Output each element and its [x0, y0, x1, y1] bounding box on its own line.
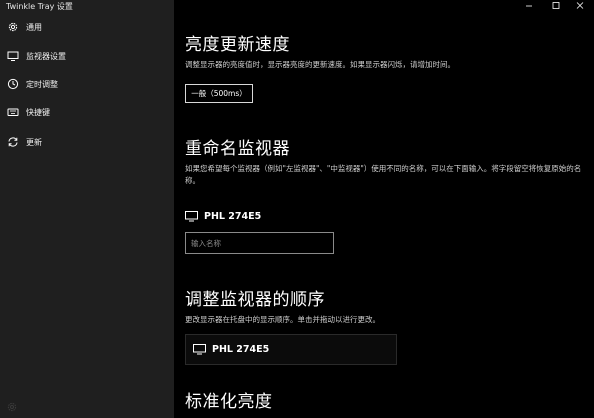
section-title-normalize: 标准化亮度	[185, 392, 273, 412]
monitor-icon	[193, 340, 206, 359]
monitor-order-item[interactable]: PHL 274E5	[185, 334, 397, 365]
sidebar-item-time-adjust[interactable]: 定时调整	[0, 71, 174, 97]
sidebar-item-label: 监视器设置	[26, 51, 66, 61]
bottom-gear-icon[interactable]	[6, 398, 18, 412]
monitor-icon	[185, 207, 198, 226]
monitor-name: PHL 274E5	[204, 211, 262, 222]
monitor-name-input[interactable]	[185, 232, 334, 254]
section-title-rename: 重命名监视器	[185, 139, 290, 159]
section-desc-rename: 如果您希望每个监视器（例如"左监视器"、"中监视器"）使用不同的名称，可以在下面…	[185, 164, 582, 185]
rename-monitor-row: PHL 274E5	[185, 207, 261, 226]
app-title: Twinkle Tray 设置	[6, 2, 73, 11]
sidebar-item-label: 定时调整	[26, 79, 58, 89]
clock-icon	[7, 78, 19, 90]
sidebar-item-hotkeys[interactable]: 快捷键	[0, 99, 174, 125]
refresh-icon	[7, 136, 19, 148]
settings-panel: 亮度更新速度 调整显示器的亮度值时，显示器亮度的更新速度。如果显示器闪烁，请增加…	[174, 0, 594, 418]
section-desc-brightness-speed: 调整显示器的亮度值时，显示器亮度的更新速度。如果显示器闪烁，请增加时间。	[185, 60, 455, 69]
sidebar: Twinkle Tray 设置 通用 监视器设置 定时调整 快捷键 更新	[0, 0, 174, 418]
section-title-order: 调整监视器的顺序	[185, 290, 325, 310]
gear-icon	[7, 21, 19, 33]
sidebar-item-monitor-settings[interactable]: 监视器设置	[0, 43, 174, 69]
monitor-icon	[7, 50, 19, 62]
monitor-name: PHL 274E5	[212, 344, 270, 355]
sidebar-item-label: 更新	[26, 137, 42, 147]
section-title-brightness-speed: 亮度更新速度	[185, 35, 290, 55]
section-desc-order: 更改显示器在托盘中的显示顺序。单击并拖动以进行更改。	[185, 315, 380, 324]
update-speed-button[interactable]: 一般（500ms）	[185, 84, 253, 103]
sidebar-item-general[interactable]: 通用	[0, 14, 174, 40]
sidebar-item-label: 通用	[26, 22, 42, 32]
sidebar-item-updates[interactable]: 更新	[0, 129, 174, 155]
sidebar-item-label: 快捷键	[26, 107, 50, 117]
keyboard-icon	[7, 106, 19, 118]
